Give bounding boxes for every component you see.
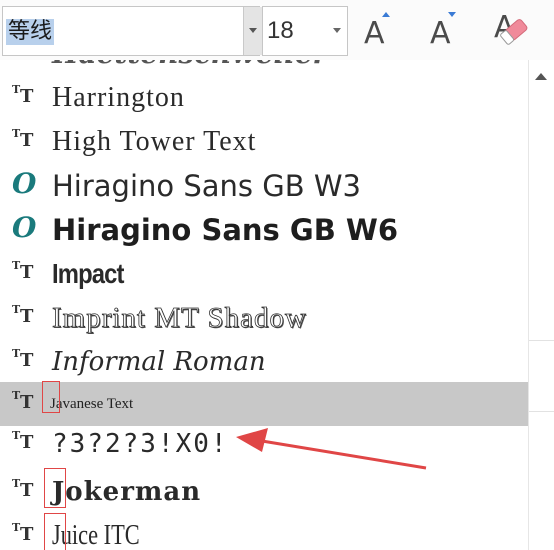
font-list-item[interactable]: TT Harrington [0, 76, 528, 120]
font-dropdown-list: TT Haettenschweiler TT Harrington TT Hig… [0, 60, 528, 550]
opentype-icon: O [12, 211, 37, 244]
grow-font-icon: A [364, 16, 385, 51]
truetype-icon: TT [12, 60, 40, 68]
font-list-item-selected[interactable]: TT Javanese Text [0, 381, 528, 426]
scrollbar-thumb[interactable] [529, 340, 554, 412]
font-item-label: Imprint MT Shadow [52, 302, 307, 335]
font-size-input[interactable]: 18 [267, 17, 294, 45]
font-list-item[interactable]: O Hiragino Sans GB W3 [0, 164, 528, 208]
font-item-label: Haettenschweiler [52, 60, 327, 76]
highlight-box [42, 381, 60, 413]
font-item-label: Harrington [52, 82, 185, 113]
shrink-font-button[interactable]: A [424, 8, 468, 52]
font-list-item-partial[interactable]: TT Haettenschweiler [0, 60, 528, 76]
truetype-icon: TT [12, 389, 34, 413]
truetype-icon: TT [12, 347, 34, 371]
font-item-label: Impact [52, 258, 124, 289]
font-list-item[interactable]: O Hiragino Sans GB W6 [0, 208, 528, 252]
font-size-combobox[interactable]: 18 [262, 6, 348, 56]
font-list-scrollbar[interactable] [528, 60, 554, 550]
clear-formatting-icon [500, 19, 528, 45]
font-size-dropdown-button[interactable] [327, 7, 347, 55]
grow-font-button[interactable]: A [358, 8, 402, 52]
font-list-item[interactable]: TT ?3?2?3!X0! [0, 422, 528, 466]
font-list-item[interactable]: TT Jokerman [0, 468, 528, 514]
shrink-arrow-icon [448, 12, 456, 17]
font-name-combobox[interactable]: 等线 [2, 6, 262, 56]
font-item-label: Hiragino Sans GB W3 [52, 169, 361, 203]
font-item-label: ?3?2?3!X0! [52, 429, 229, 459]
highlight-box [44, 468, 66, 508]
font-list-item[interactable]: TT Informal Roman [0, 340, 528, 384]
clear-formatting-button[interactable]: A [490, 8, 534, 52]
font-name-dropdown-button[interactable] [243, 7, 262, 55]
scroll-up-arrow-icon[interactable] [529, 64, 554, 90]
font-list-item[interactable]: TT Impact [0, 252, 528, 296]
font-toolbar: 等线 18 A A A [0, 0, 554, 60]
truetype-icon: TT [12, 429, 34, 453]
font-item-label: Javanese Text [50, 396, 134, 412]
highlight-box [44, 513, 66, 550]
truetype-icon: TT [12, 259, 34, 283]
truetype-icon: TT [12, 477, 34, 501]
font-item-label: High Tower Text [52, 126, 257, 157]
font-list-item[interactable]: TT Juice ITC [0, 513, 528, 550]
font-list-item[interactable]: TT Imprint MT Shadow [0, 296, 528, 340]
shrink-font-icon: A [430, 16, 451, 51]
truetype-icon: TT [12, 83, 34, 107]
font-name-input[interactable]: 等线 [6, 19, 55, 45]
font-item-label: Informal Roman [52, 347, 266, 377]
font-item-label: Hiragino Sans GB W6 [52, 213, 399, 247]
truetype-icon: TT [12, 127, 34, 151]
font-item-label: Jokerman [52, 477, 202, 507]
truetype-icon: TT [12, 521, 34, 545]
grow-arrow-icon [382, 12, 390, 17]
truetype-icon: TT [12, 303, 34, 327]
opentype-icon: O [12, 167, 37, 200]
font-list-item[interactable]: TT High Tower Text [0, 120, 528, 164]
